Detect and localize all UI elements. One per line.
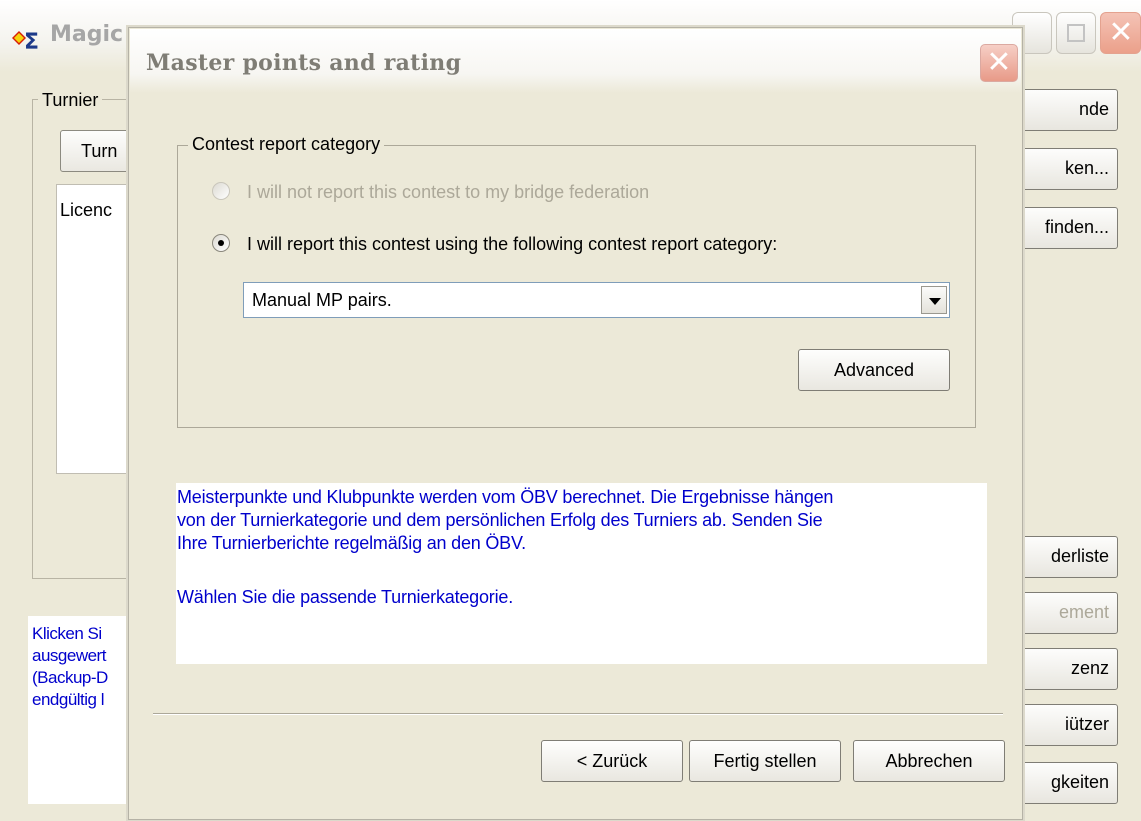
licence-panel: [56, 184, 133, 474]
dialog-title: Master points and rating: [146, 50, 462, 76]
main-window-title: Magic: [50, 22, 124, 47]
description-line: Ihre Turnierberichte regelmäßig an den Ö…: [177, 533, 526, 553]
main-close-button[interactable]: ✕: [1100, 12, 1141, 54]
close-icon: ✕: [986, 46, 1012, 79]
turnier-group-label: Turnier: [38, 90, 103, 111]
contest-report-group-label: Contest report category: [188, 134, 385, 155]
radio-selected-dot: [218, 240, 224, 246]
back-button[interactable]: < Zurück: [541, 740, 683, 782]
report-category-value: Manual MP pairs.: [252, 290, 392, 310]
info-text-panel: Klicken Si ausgewert (Backup-D endgültig…: [28, 616, 132, 804]
licence-label: Licenc: [60, 200, 113, 220]
dialog-close-button[interactable]: ✕: [980, 44, 1018, 82]
turnier-button[interactable]: Turn: [60, 130, 132, 172]
radio-no-report-label[interactable]: I will not report this contest to my bri…: [247, 182, 649, 203]
info-line: ausgewert: [32, 646, 106, 665]
info-line: (Backup-D: [32, 668, 108, 687]
finish-button[interactable]: Fertig stellen: [689, 740, 841, 782]
maximize-icon: [1067, 24, 1085, 42]
info-line: endgültig l: [32, 690, 105, 709]
info-line: Klicken Si: [32, 624, 102, 643]
svg-text:Σ: Σ: [24, 30, 39, 54]
description-hint: Wählen Sie die passende Turnierkategorie…: [177, 587, 514, 607]
description-line: von der Turnierkategorie und dem persönl…: [177, 510, 823, 530]
app-sigma-icon[interactable]: Σ: [10, 24, 44, 54]
radio-report-category-label[interactable]: I will report this contest using the fol…: [247, 234, 777, 255]
radio-report-category[interactable]: [212, 234, 230, 252]
radio-no-report[interactable]: [212, 182, 230, 200]
dialog-separator: [153, 713, 1003, 715]
description-line: Meisterpunkte und Klubpunkte werden vom …: [177, 487, 834, 507]
advanced-button[interactable]: Advanced: [798, 349, 950, 391]
maximize-button[interactable]: [1056, 12, 1096, 54]
chevron-down-icon: [929, 298, 941, 305]
dropdown-arrow-button[interactable]: [921, 286, 947, 314]
close-icon: ✕: [1108, 16, 1134, 49]
cancel-button[interactable]: Abbrechen: [853, 740, 1005, 782]
